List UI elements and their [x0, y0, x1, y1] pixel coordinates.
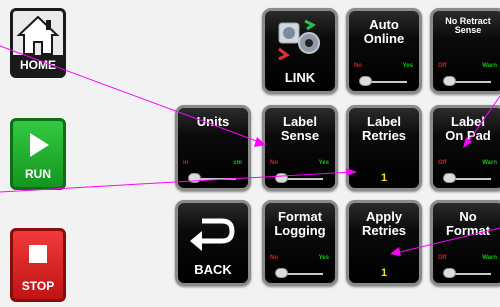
run-label: RUN: [25, 167, 51, 181]
format-logging-title: Format Logging: [274, 209, 326, 238]
link-gears-icon: [278, 19, 320, 61]
no-retract-sense-title: No Retract Sense: [445, 16, 491, 36]
format-logging-on-label: Yes: [318, 255, 329, 261]
apply-retries-value: 1: [380, 267, 388, 279]
format-logging-off-label: No: [270, 255, 278, 261]
stop-button[interactable]: STOP: [10, 228, 66, 302]
auto-online-button[interactable]: Auto Online No Yes: [346, 8, 422, 94]
label-onpad-button[interactable]: Label On Pad Off Warn: [430, 105, 500, 191]
label-onpad-off-label: Off: [438, 160, 447, 166]
label-sense-button[interactable]: Label Sense No Yes: [262, 105, 338, 191]
label-sense-slider-knob[interactable]: [275, 173, 288, 183]
home-button[interactable]: HOME: [10, 8, 66, 78]
back-label: BACK: [194, 262, 232, 278]
label-retries-value: 1: [380, 172, 388, 184]
control-panel: HOME RUN STOP LINK Auto Online No Yes No…: [0, 0, 500, 307]
no-format-slider-knob[interactable]: [443, 268, 456, 278]
no-format-title: No Format: [445, 209, 491, 238]
auto-online-on-label: Yes: [402, 63, 413, 69]
link-button[interactable]: LINK: [262, 8, 338, 94]
label-onpad-on-label: Warn: [482, 160, 497, 166]
units-off-label: in: [183, 160, 189, 166]
label-sense-off-label: No: [270, 160, 278, 166]
format-logging-button[interactable]: Format Logging No Yes: [262, 200, 338, 286]
label-sense-on-label: Yes: [318, 160, 329, 166]
no-retract-sense-on-label: Warn: [482, 63, 497, 69]
back-button[interactable]: BACK: [175, 200, 251, 286]
auto-online-slider-knob[interactable]: [359, 76, 372, 86]
stop-icon: [29, 245, 47, 263]
label-sense-title: Label Sense: [280, 114, 320, 143]
no-format-on-label: Warn: [482, 255, 497, 261]
no-retract-sense-button[interactable]: No Retract Sense Off Warn: [430, 8, 500, 94]
link-label: LINK: [284, 70, 316, 86]
units-slider-knob[interactable]: [188, 173, 201, 183]
no-retract-sense-off-label: Off: [438, 63, 447, 69]
units-on-label: cm: [233, 160, 242, 166]
home-label: HOME: [20, 58, 56, 72]
units-button[interactable]: Units in cm: [175, 105, 251, 191]
run-button[interactable]: RUN: [10, 118, 66, 190]
format-logging-slider-knob[interactable]: [275, 268, 288, 278]
label-onpad-title: Label On Pad: [445, 114, 491, 143]
label-onpad-slider-knob[interactable]: [443, 173, 456, 183]
apply-retries-title: Apply Retries: [361, 209, 407, 238]
back-arrow-icon: [190, 218, 235, 251]
play-icon: [30, 133, 49, 157]
no-format-off-label: Off: [438, 255, 447, 261]
auto-online-off-label: No: [354, 63, 362, 69]
home-icon: [16, 15, 60, 55]
no-retract-sense-slider-knob[interactable]: [443, 76, 456, 86]
stop-label: STOP: [21, 279, 55, 293]
units-title: Units: [196, 114, 230, 129]
no-format-button[interactable]: No Format Off Warn: [430, 200, 500, 286]
auto-online-title: Auto Online: [363, 17, 405, 46]
apply-retries-button[interactable]: Apply Retries 1: [346, 200, 422, 286]
label-retries-title: Label Retries: [361, 114, 407, 143]
label-retries-button[interactable]: Label Retries 1: [346, 105, 422, 191]
